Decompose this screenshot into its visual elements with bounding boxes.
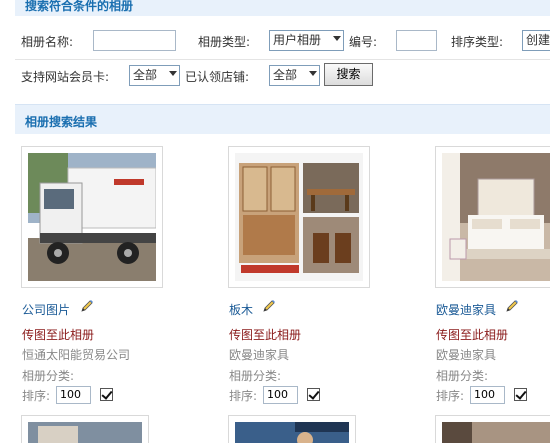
row-divider [15,59,550,60]
album-thumbnail[interactable] [435,146,550,288]
album-checkbox[interactable] [514,388,527,401]
sort-type-selected: 创建 [526,33,550,47]
search-section-title: 搜索符合条件的相册 [25,0,134,13]
upload-to-album-link[interactable]: 传图至此相册 [229,326,301,343]
album-category-label: 相册分类: [229,369,282,383]
album-photo [442,422,550,443]
album-photo [235,422,349,443]
album-photo [28,422,142,443]
claimed-store-selected: 全部 [273,68,298,82]
album-sort-label: 排序: [436,389,465,403]
album-title[interactable]: 板木 [229,301,253,318]
claimed-store-label: 已认领店铺: [185,70,250,84]
album-owner: 欧曼迪家具 [436,348,497,362]
album-type-selected: 用户相册 [273,33,322,47]
truck-photo [28,153,156,281]
chevron-down-icon [169,71,177,76]
album-name-input[interactable] [93,30,176,51]
sort-type-select[interactable]: 创建 [522,30,550,51]
bedroom-photo [442,153,550,281]
album-name-label: 相册名称: [21,35,74,49]
album-thumbnail[interactable] [228,146,370,288]
album-title[interactable]: 公司图片 [22,301,70,318]
album-category-label: 相册分类: [436,369,489,383]
album-type-select[interactable]: 用户相册 [269,30,344,51]
album-owner: 欧曼迪家具 [229,348,290,362]
album-sort-label: 排序: [229,389,258,403]
album-thumbnail[interactable] [21,146,163,288]
number-input[interactable] [396,30,437,51]
album-sort-input[interactable]: 100 [470,386,505,404]
album-thumbnail[interactable] [435,415,550,443]
upload-to-album-link[interactable]: 传图至此相册 [22,326,94,343]
chevron-down-icon [309,71,317,76]
album-sort-input[interactable]: 100 [56,386,91,404]
member-card-select[interactable]: 全部 [129,65,180,86]
pencil-icon[interactable] [262,299,276,313]
sort-type-label: 排序类型: [451,35,504,49]
album-category-label: 相册分类: [22,369,75,383]
album-thumbnail[interactable] [21,415,149,443]
claimed-store-select[interactable]: 全部 [269,65,320,86]
furniture-photo [235,153,363,281]
pencil-icon[interactable] [505,299,519,313]
results-section-title: 相册搜索结果 [25,115,98,129]
number-label: 编号: [349,35,378,49]
album-checkbox[interactable] [307,388,320,401]
results-section-header: 相册搜索结果 [15,104,550,134]
pencil-icon[interactable] [80,299,94,313]
chevron-down-icon [333,36,341,41]
album-sort-label: 排序: [22,389,51,403]
member-card-label: 支持网站会员卡: [21,70,110,84]
search-section-header: 搜索符合条件的相册 [15,0,550,16]
album-checkbox[interactable] [100,388,113,401]
album-title[interactable]: 欧曼迪家具 [436,301,496,318]
album-type-label: 相册类型: [198,35,251,49]
search-button[interactable]: 搜索 [324,63,373,86]
upload-to-album-link[interactable]: 传图至此相册 [436,326,508,343]
album-sort-input[interactable]: 100 [263,386,298,404]
album-thumbnail[interactable] [228,415,356,443]
album-owner: 恒通太阳能贸易公司 [22,348,131,362]
member-card-selected: 全部 [133,68,158,82]
